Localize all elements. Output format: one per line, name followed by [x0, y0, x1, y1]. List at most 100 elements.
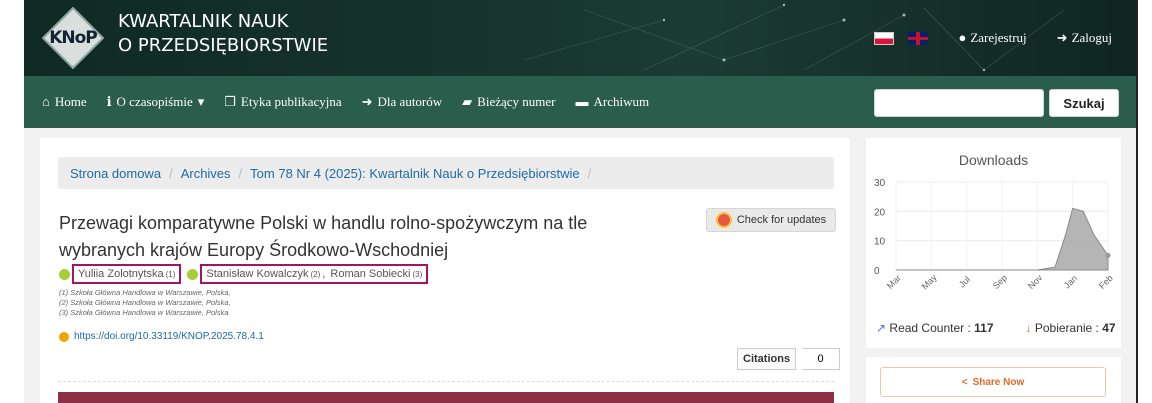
site-header: KNoP KWARTALNIK NAUK O PRZEDSIĘBIORSTWIE… [24, 0, 1136, 76]
breadcrumb-issue[interactable]: Tom 78 Nr 4 (2025): Kwartalnik Nauk o Pr… [250, 166, 579, 181]
share-icon: < [961, 376, 968, 388]
author-name: Stanisław Kowalczyk [206, 268, 309, 280]
nav-item-label: Archiwum [593, 94, 650, 109]
read-counter-label: Read Counter : [889, 321, 971, 335]
affiliation-line: (1) Szkoła Główna Handlowa w Warszawie, … [59, 288, 231, 297]
counters: ↗ Read Counter : 117 ↓ Pobieranie : 47 [876, 321, 1116, 335]
info-icon: ℹ [106, 94, 112, 109]
download-counter-label: Pobieranie : [1034, 321, 1099, 335]
citations-widget[interactable]: Citations 0 [737, 348, 841, 370]
breadcrumb-home[interactable]: Strona domowa [70, 166, 161, 181]
check-for-updates-button[interactable]: Check for updates [706, 208, 836, 232]
book-icon: ▰ [462, 94, 473, 109]
check-for-updates-label: Check for updates [736, 214, 827, 226]
breadcrumb-archives[interactable]: Archives [181, 166, 231, 181]
section-banner [58, 392, 834, 403]
citations-label: Citations [737, 348, 797, 370]
doi-icon [59, 331, 69, 342]
downloads-chart: 0 10 20 30 Mar May Jul Sep Nov Jan Feb [874, 178, 1115, 291]
affiliation-line: (2) Szkoła Główna Handlowa w Warszawie, … [59, 298, 231, 307]
author-name: Roman Sobiecki [330, 268, 411, 280]
read-counter-value: 117 [974, 321, 994, 335]
divider [58, 381, 834, 382]
nav-item-label: Home [54, 94, 87, 109]
breadcrumb: Strona domowa / Archives / Tom 78 Nr 4 (… [58, 157, 834, 189]
breadcrumb-separator: / [238, 165, 243, 181]
author-affiliation-ref: (1) [165, 269, 176, 279]
x-tick-label: Nov [1026, 272, 1045, 291]
orcid-icon[interactable] [187, 268, 199, 280]
article-title: Przewagi komparatywne Polski w handlu ro… [59, 213, 588, 260]
x-tick-label: Jan [1062, 273, 1079, 290]
author-list: Yuliia Zolotnytska (1) Stanisław Kowalcz… [59, 264, 429, 284]
doi-link[interactable]: https://doi.org/10.33119/KNOP.2025.78.4.… [59, 331, 264, 342]
breadcrumb-separator: / [169, 165, 173, 181]
site-title[interactable]: KWARTALNIK NAUK O PRZEDSIĘBIORSTWIE [118, 10, 328, 58]
trend-icon: ↗ [876, 321, 887, 335]
author-separator: , [322, 268, 329, 280]
search-input[interactable] [874, 89, 1044, 117]
breadcrumb-separator: / [587, 165, 592, 181]
archive-icon: ▬ [575, 94, 589, 109]
x-tick-label: Mar [885, 273, 903, 291]
download-arrow-icon: ↓ [1025, 321, 1032, 335]
nav-item-authors[interactable]: ➜ Dla autorów [362, 94, 443, 110]
nav-item-label: O czasopiśmie [116, 94, 193, 109]
downloads-panel: Downloads 0 10 20 30 Mar May Jul Sep Nov Jan Feb ↗… [866, 138, 1121, 348]
header-actions: ● Zarejestruj ➜ Zaloguj [874, 30, 1112, 46]
nav-item-about[interactable]: ℹ O czasopiśmie ▾ [107, 94, 205, 110]
download-counter-value: 47 [1102, 321, 1116, 335]
home-icon: ⌂ [42, 94, 50, 109]
nav-item-label: Etyka publikacyjna [240, 94, 342, 109]
nav-item-label: Dla autorów [377, 94, 443, 109]
english-flag-icon[interactable] [908, 31, 929, 45]
nav-item-current[interactable]: ▰ Bieżący numer [462, 94, 555, 110]
author-1[interactable]: Yuliia Zolotnytska (1) [72, 264, 182, 284]
polish-flag-icon[interactable] [874, 31, 895, 45]
register-label: Zarejestruj [970, 30, 1027, 45]
journal-logo[interactable]: KNoP [41, 6, 105, 70]
copy-icon: ❐ [224, 94, 236, 109]
author-affiliation-ref: (2) [310, 269, 321, 279]
x-tick-label: Feb [1097, 273, 1115, 291]
x-tick-label: May [920, 272, 939, 291]
author-affiliation-ref: (3) [412, 269, 423, 279]
caret-down-icon: ▾ [197, 94, 205, 109]
share-button[interactable]: < Share Now [880, 367, 1106, 397]
crossmark-icon [715, 212, 732, 228]
site-title-line2: O PRZEDSIĘBIORSTWIE [118, 35, 329, 56]
register-link[interactable]: ● Zarejestruj [958, 30, 1026, 46]
x-tick-label: Jul [957, 274, 972, 289]
page-frame: KNoP KWARTALNIK NAUK O PRZEDSIĘBIORSTWIE… [24, 0, 1136, 403]
user-circle-icon: ● [958, 30, 967, 45]
doi-url: https://doi.org/10.33119/KNOP.2025.78.4.… [74, 331, 264, 342]
citations-count: 0 [802, 348, 841, 370]
data-point [1105, 252, 1111, 258]
nav-item-archive[interactable]: ▬ Archiwum [575, 94, 649, 110]
search-button[interactable]: Szukaj [1049, 89, 1119, 117]
download-counter: ↓ Pobieranie : 47 [1026, 321, 1116, 335]
login-label: Zaloguj [1071, 30, 1112, 45]
article-card: Strona domowa / Archives / Tom 78 Nr 4 (… [40, 138, 850, 403]
read-counter: ↗ Read Counter : 117 [876, 321, 994, 335]
window-border [1136, 0, 1138, 403]
orcid-icon[interactable] [59, 268, 70, 280]
nav-item-home[interactable]: ⌂ Home [42, 94, 87, 110]
y-tick-label: 10 [874, 237, 886, 248]
affiliations: (1) Szkoła Główna Handlowa w Warszawie, … [59, 288, 231, 318]
login-link[interactable]: ➜ Zaloguj [1057, 30, 1112, 46]
author-2-3[interactable]: Stanisław Kowalczyk (2) , Roman Sobiecki… [200, 264, 429, 284]
sign-in-icon: ➜ [1056, 30, 1068, 45]
nav-item-ethics[interactable]: ❐ Etyka publikacyjna [224, 94, 341, 110]
sign-in-icon: ➜ [361, 94, 373, 109]
logo-text: KNoP [49, 28, 98, 48]
y-tick-label: 0 [874, 266, 880, 277]
share-label: Share Now [972, 376, 1025, 388]
author-name: Yuliia Zolotnytska [78, 268, 164, 280]
share-panel: < Share Now [866, 357, 1121, 403]
nav-item-label: Bieżący numer [477, 94, 556, 109]
site-title-line1: KWARTALNIK NAUK [118, 11, 289, 32]
y-tick-label: 30 [874, 178, 886, 189]
affiliation-line: (3) Szkoła Główna Handlowa w Warszawie, … [59, 308, 229, 317]
main-nav: ⌂ Home ℹ O czasopiśmie ▾ ❐ Etyka publika… [24, 76, 1136, 128]
